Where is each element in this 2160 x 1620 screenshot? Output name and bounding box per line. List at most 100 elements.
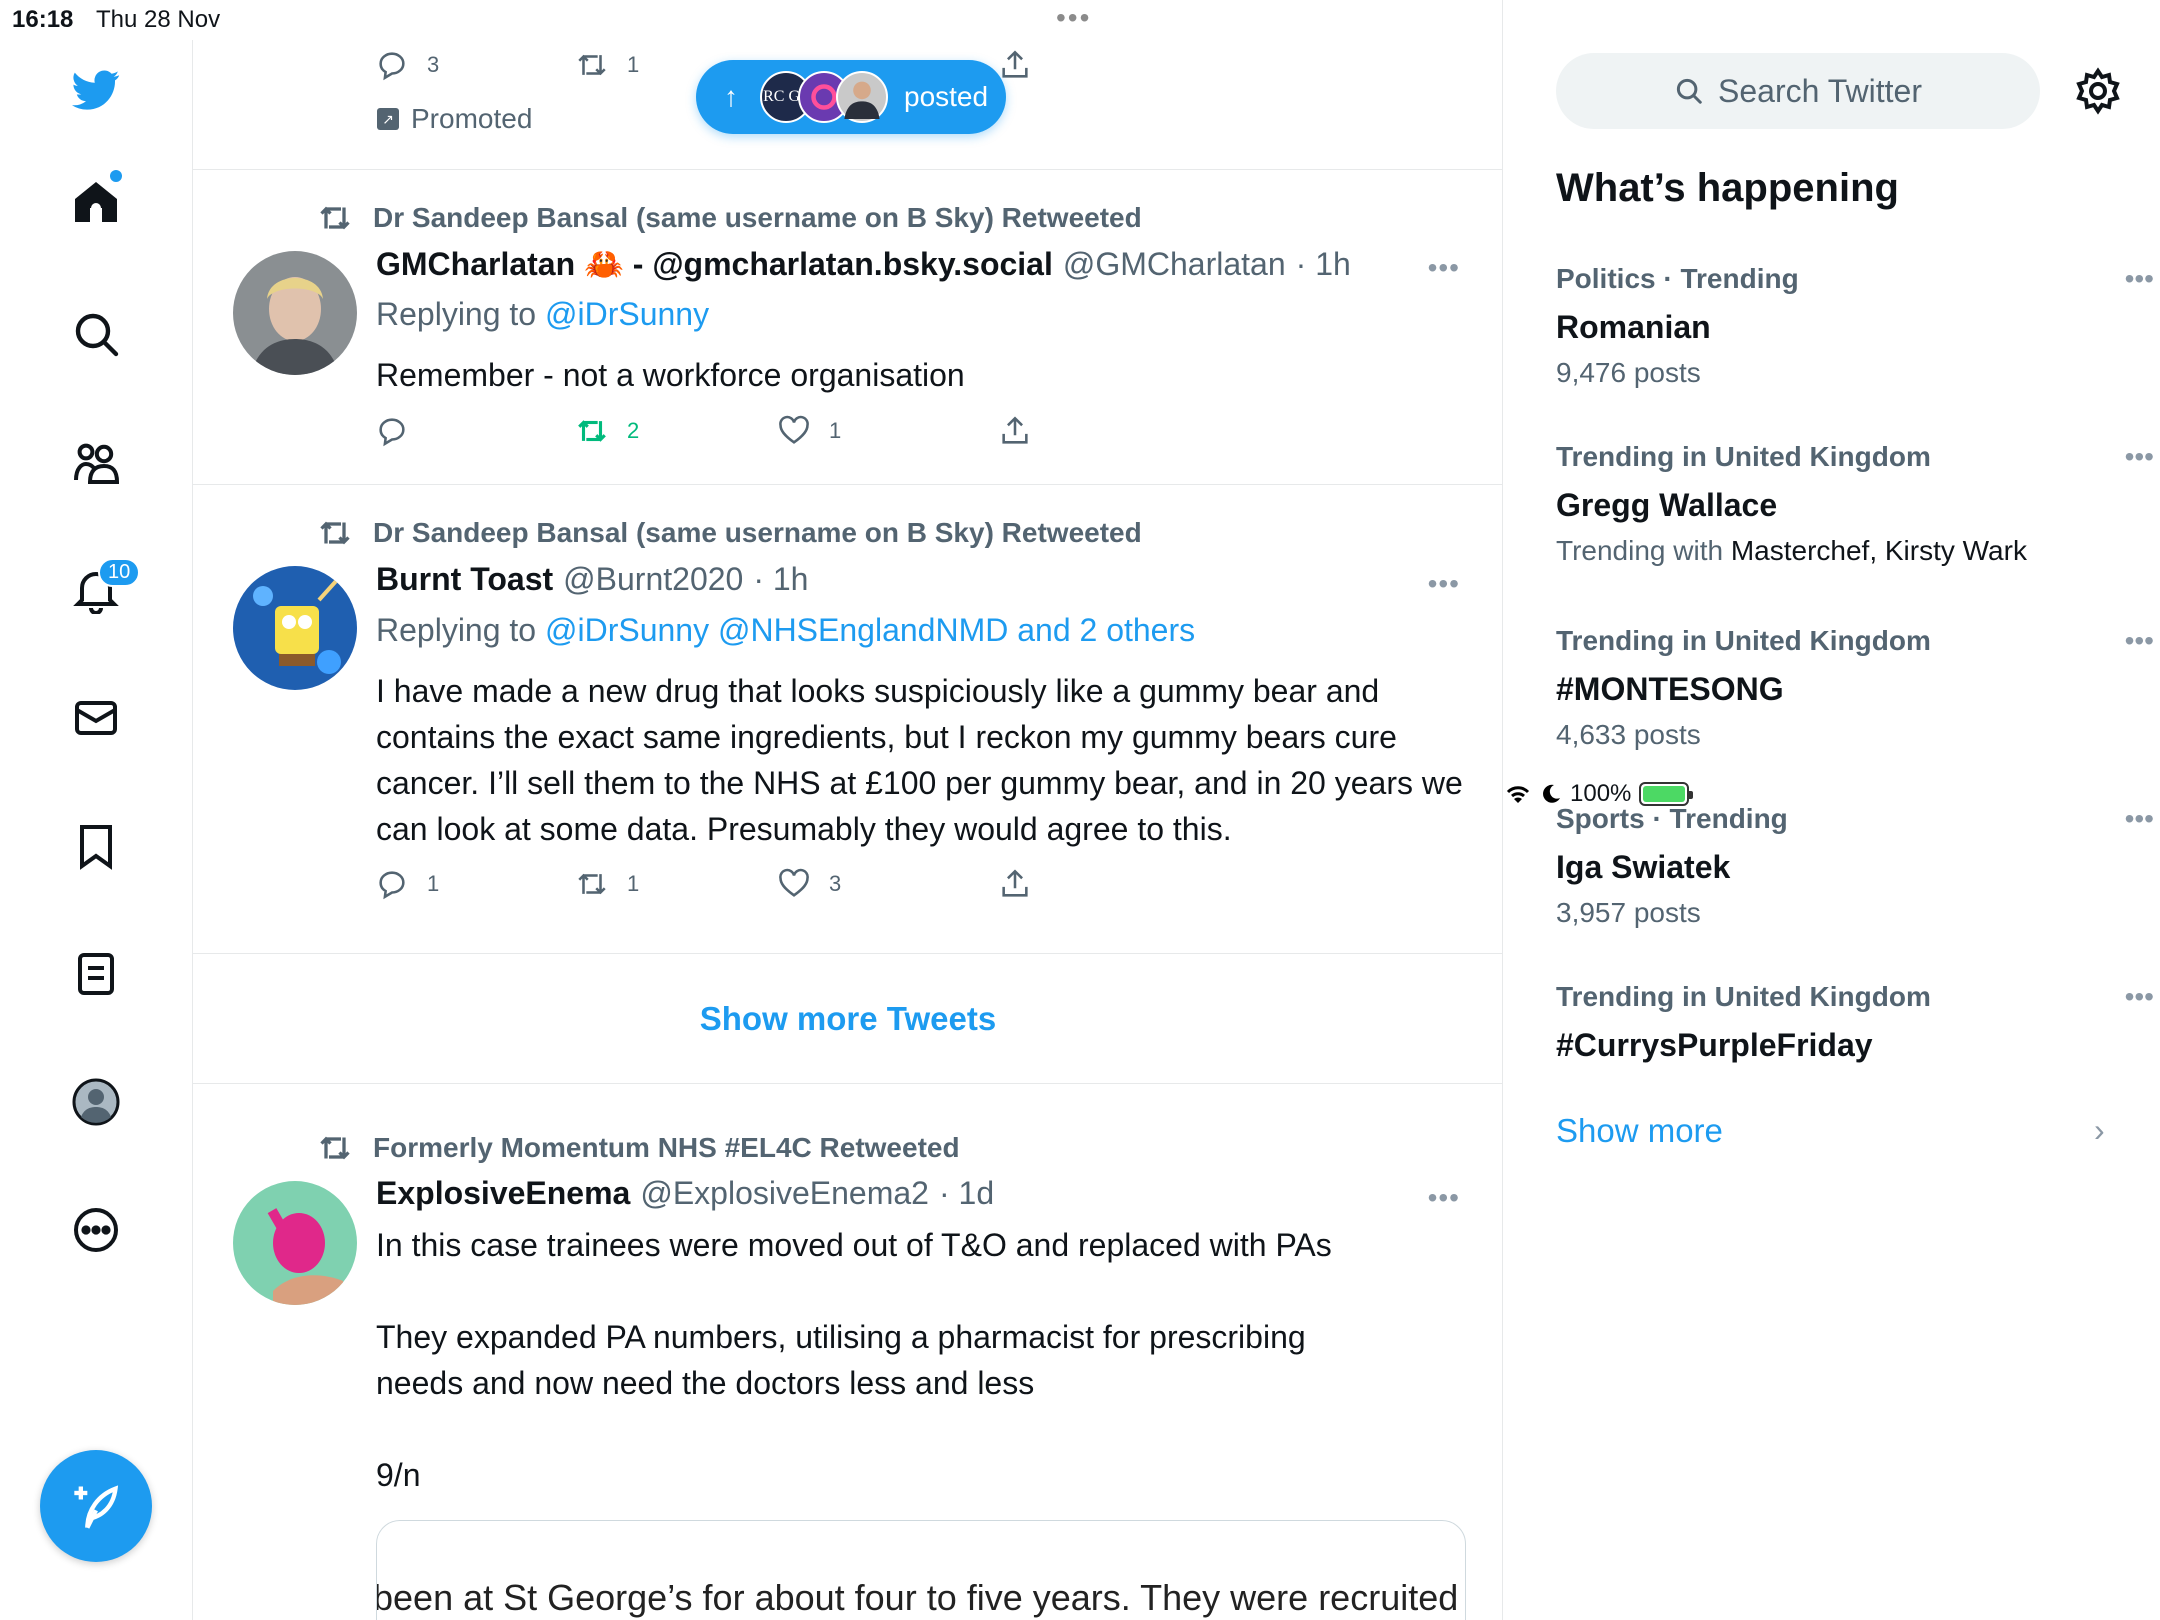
show-more-tweets-button[interactable]: Show more Tweets [193,955,1502,1083]
twitter-logo-icon[interactable] [60,54,132,126]
new-posts-pill[interactable]: ↑ RC GP posted [696,60,1006,134]
list-icon [78,953,114,995]
tweet-header: ExplosiveEnema @ExplosiveEnema2 · 1d [376,1175,994,1212]
trend-item[interactable]: Trending in United Kingdom Gregg Wallace… [1556,441,2154,567]
retweet-icon [578,873,606,895]
right-sidebar: Search Twitter What’s happening Politics… [1504,40,2160,1620]
like-action[interactable]: 3 [777,867,841,901]
trend-topic: Gregg Wallace [1556,487,1778,523]
compose-feather-icon [74,1485,119,1529]
retweet-count: 2 [627,418,640,443]
trend-item[interactable]: Sports · Trending Iga Swiatek 3,957 post… [1556,803,2154,929]
replying-to: Replying to @iDrSunny [376,296,710,332]
replying-to-link[interactable]: @iDrSunny @NHSEnglandNMD and 2 others [545,612,1195,648]
author-name[interactable]: GMCharlatan 🦀 - @gmcharlatan.bsky.social [376,245,1053,283]
retweet-action[interactable]: 1 [575,867,639,901]
trend-item[interactable]: Trending in United Kingdom #CurrysPurple… [1556,981,2154,1069]
search-icon [75,313,119,357]
share-action[interactable] [998,48,1032,82]
reply-action[interactable] [375,414,427,448]
tweet-more-icon[interactable]: ••• [1428,1182,1460,1214]
heart-icon [779,415,809,444]
trend-more-icon[interactable]: ••• [2125,803,2154,835]
trend-item[interactable]: Politics · Trending Romanian 9,476 posts… [1556,263,2154,389]
reply-action[interactable]: 3 [375,48,439,82]
trend-more-icon[interactable]: ••• [2125,981,2154,1013]
share-action[interactable] [998,867,1032,901]
compose-tweet-button[interactable] [40,1450,152,1562]
promoted-icon: ↗ [377,108,399,130]
tweet-text: I have made a new drug that looks suspic… [376,673,1463,847]
avatar[interactable] [233,1181,357,1305]
profile-avatar-icon [72,1078,120,1126]
trend-meta: Sports · Trending [1556,803,1788,834]
arrow-up-icon: ↑ [724,81,738,112]
trend-count: Trending with Masterchef, Kirsty Wark [1556,535,2027,566]
retweeted-by: Formerly Momentum NHS #EL4C Retweeted [317,1130,960,1166]
reply-icon [379,418,405,447]
nav-profile[interactable] [60,1066,132,1138]
tweet-more-icon[interactable]: ••• [1428,252,1460,284]
nav-communities[interactable] [60,426,132,498]
posted-label: posted [904,81,989,112]
nav-notifications[interactable]: 10 [60,554,141,626]
share-icon [1002,869,1028,897]
author-handle[interactable]: @Burnt2020 [563,561,743,598]
nav-home[interactable] [60,166,132,238]
status-time: 16:18 [12,6,74,33]
chevron-right-icon[interactable]: › [2094,1112,2105,1149]
replying-to: Replying to @iDrSunny @NHSEnglandNMD and… [376,612,1196,648]
retweet-icon [578,54,606,76]
replying-to-link[interactable]: @iDrSunny [545,296,709,332]
trend-meta: Politics · Trending [1556,263,1799,294]
show-more-link[interactable]: Show more [1556,1112,1723,1150]
author-handle[interactable]: @GMCharlatan [1063,246,1286,283]
trend-topic: Romanian [1556,309,1711,345]
trend-meta: Trending in United Kingdom [1556,441,1931,472]
tweet-time[interactable]: · 1d [939,1175,994,1212]
nav-bookmarks[interactable] [60,810,132,882]
retweet-action[interactable]: 2 [575,414,639,448]
retweet-icon [578,420,606,442]
tweet-time[interactable]: · 1h [753,561,808,598]
tweet-time[interactable]: · 1h [1296,246,1351,283]
author-name[interactable]: Burnt Toast [376,561,553,598]
trend-count: 4,633 posts [1556,719,1701,750]
reply-action[interactable]: 1 [375,867,439,901]
like-action[interactable]: 1 [777,414,841,448]
avatar[interactable] [233,251,357,375]
embedded-image-text: been at St George’s for about four to fi… [376,1577,1466,1618]
retweet-count: 1 [627,52,640,77]
nav-explore[interactable] [60,298,132,370]
trend-more-icon[interactable]: ••• [2125,263,2154,295]
search-icon [1676,78,1702,104]
search-placeholder: Search Twitter [1718,72,1922,109]
trend-more-icon[interactable]: ••• [2125,441,2154,473]
retweeted-by: Dr Sandeep Bansal (same username on B Sk… [317,515,1142,551]
nav-messages[interactable] [60,682,132,754]
trend-meta: Trending in United Kingdom [1556,981,1931,1012]
trend-topic: #MONTESONG [1556,671,1784,707]
trend-more-icon[interactable]: ••• [2125,625,2154,657]
search-input[interactable]: Search Twitter [1556,53,2040,129]
share-action[interactable] [998,414,1032,448]
retweet-icon [320,521,350,545]
home-unread-dot [110,170,122,182]
tweet-more-icon[interactable]: ••• [1428,568,1460,600]
reply-icon [379,52,405,81]
author-name[interactable]: ExplosiveEnema [376,1175,630,1212]
share-icon [1002,416,1028,444]
trend-item[interactable]: Trending in United Kingdom #MONTESONG 4,… [1556,625,2154,751]
avatar[interactable] [233,566,357,690]
author-handle[interactable]: @ExplosiveEnema2 [640,1175,929,1212]
retweet-action[interactable]: 1 [575,48,639,82]
tweet-header: GMCharlatan 🦀 - @gmcharlatan.bsky.social… [376,245,1351,283]
nav-lists[interactable] [60,938,132,1010]
reply-icon [379,871,405,900]
gear-icon[interactable] [2074,67,2122,115]
home-icon [75,182,117,222]
nav-more[interactable] [60,1194,132,1266]
communities-icon [74,443,120,484]
embedded-image[interactable]: been at St George’s for about four to fi… [376,1520,1466,1620]
like-count: 1 [829,418,842,443]
